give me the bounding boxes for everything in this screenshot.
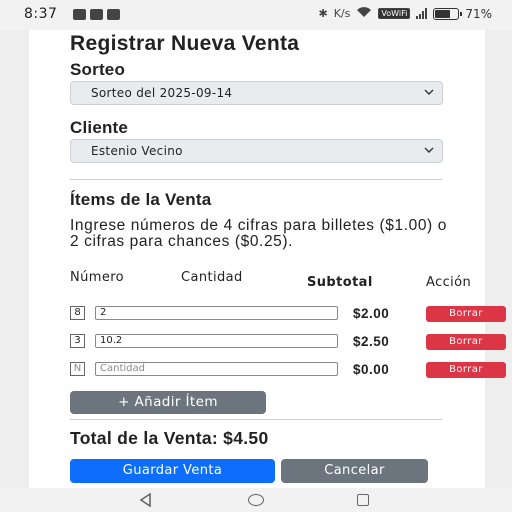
- data-speed-icon: K/s: [333, 7, 351, 20]
- recent-apps-icon[interactable]: [357, 494, 369, 506]
- system-icons: ✱ K/s VoWiFi 71%: [319, 6, 493, 21]
- items-heading: Ítems de la Venta: [70, 190, 212, 209]
- sorteo-select-value: Sorteo del 2025-09-14: [91, 86, 233, 100]
- sale-form-card: Registrar Nueva Venta Sorteo Sorteo del …: [29, 30, 506, 488]
- numero-input[interactable]: 8: [70, 306, 85, 320]
- status-bar: 8:37 ✱ K/s VoWiFi 71%: [0, 0, 512, 30]
- numero-input[interactable]: 3: [70, 334, 85, 348]
- vowifi-badge: VoWiFi: [378, 8, 411, 19]
- column-numero: Número: [70, 270, 125, 285]
- navigation-bar: [0, 488, 512, 512]
- wifi-icon: [356, 6, 372, 21]
- back-icon[interactable]: [139, 493, 153, 507]
- cancel-button[interactable]: Cancelar: [281, 459, 428, 483]
- add-item-button[interactable]: + Añadir Ítem: [70, 391, 266, 414]
- sorteo-select[interactable]: Sorteo del 2025-09-14: [70, 81, 443, 105]
- delete-item-button[interactable]: Borrar: [426, 334, 506, 350]
- cliente-label: Cliente: [70, 118, 129, 137]
- column-cantidad: Cantidad: [181, 270, 243, 285]
- cantidad-input[interactable]: Cantidad: [95, 362, 338, 376]
- gmail-icon: [90, 9, 103, 20]
- item-subtotal: $0.00: [353, 362, 390, 377]
- page-title: Registrar Nueva Venta: [70, 32, 300, 55]
- chevron-down-icon: [424, 89, 434, 95]
- save-sale-button[interactable]: Guardar Venta: [70, 459, 275, 483]
- news-icon: [107, 9, 120, 20]
- cantidad-input[interactable]: 2: [95, 306, 338, 320]
- bluetooth-icon: ✱: [318, 7, 328, 20]
- battery-level: [435, 9, 451, 18]
- delete-item-button[interactable]: Borrar: [426, 362, 506, 378]
- status-time: 8:37: [24, 6, 58, 22]
- item-subtotal: $2.00: [353, 306, 390, 321]
- section-divider: [70, 179, 442, 180]
- chevron-down-icon: [424, 147, 434, 153]
- sorteo-label: Sorteo: [70, 60, 126, 79]
- battery-percent: 71%: [465, 6, 492, 21]
- item-row: N Cantidad $0.00 Borrar: [29, 361, 506, 381]
- cantidad-input[interactable]: 10.2: [95, 334, 338, 348]
- delete-item-button[interactable]: Borrar: [426, 306, 506, 322]
- battery-icon: [433, 7, 463, 20]
- sale-total: Total de la Venta: $4.50: [70, 428, 269, 448]
- cliente-select-value: Estenio Vecino: [91, 144, 183, 158]
- notification-icons: [73, 9, 120, 20]
- home-icon[interactable]: [248, 494, 264, 506]
- numero-input[interactable]: N: [70, 362, 85, 376]
- chat-icon: [73, 9, 86, 20]
- item-row: 8 2 $2.00 Borrar: [29, 305, 506, 325]
- item-subtotal: $2.50: [353, 334, 390, 349]
- signal-icon: [416, 8, 428, 19]
- items-instructions: Ingrese números de 4 cifras para billete…: [70, 217, 447, 250]
- total-divider: [70, 419, 442, 420]
- cliente-select[interactable]: Estenio Vecino: [70, 139, 443, 163]
- column-subtotal: Subtotal: [307, 275, 373, 290]
- column-accion: Acción: [426, 275, 472, 290]
- item-row: 3 10.2 $2.50 Borrar: [29, 333, 506, 353]
